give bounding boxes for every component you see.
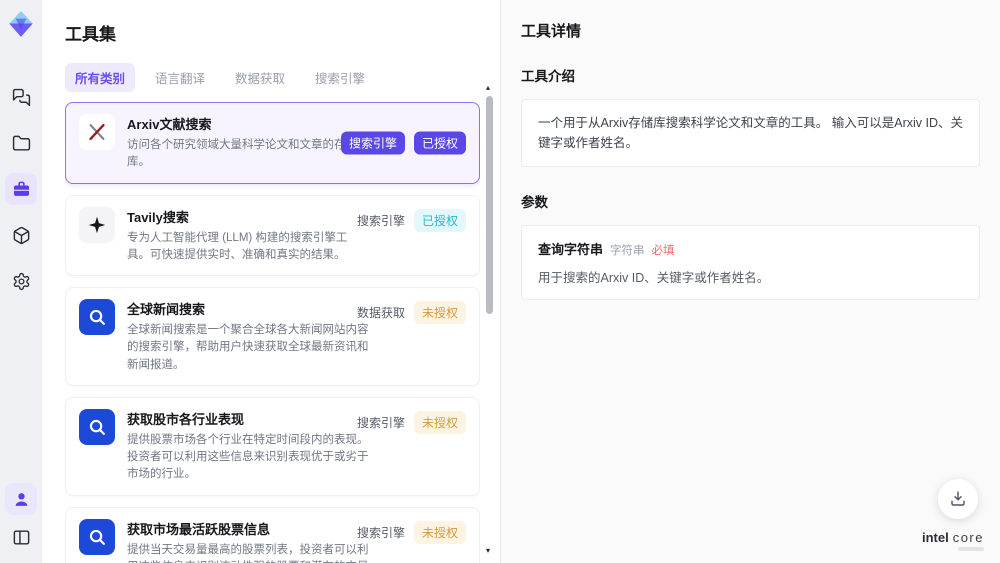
arxiv-icon	[79, 114, 115, 150]
news-search-icon	[79, 299, 115, 335]
tool-description: 访问各个研究领域大量科学论文和文章的存储库。	[127, 139, 357, 169]
tool-name: 获取股市各行业表现	[127, 411, 245, 427]
sidebar-bottom	[5, 483, 37, 563]
sidebar-item-collapse[interactable]	[5, 521, 37, 553]
news-search-icon	[79, 408, 115, 445]
tool-description: 专为人工智能代理 (LLM) 构建的搜索引擎工具。可快速提供实时、准确和真实的结…	[127, 231, 348, 261]
params-heading: 参数	[521, 195, 548, 210]
toolbox-icon	[13, 181, 29, 196]
tab-2[interactable]: 数据获取	[225, 63, 295, 92]
list-scrollbar[interactable]: ▴ ▾	[485, 84, 494, 555]
tool-auth-badge: 未授权	[413, 301, 466, 324]
tool-description: 提供当天交易量最高的股票列表，投资者可以利用这些信息来识别流动性强的股票和潜在的…	[127, 543, 369, 563]
gem-logo-icon	[9, 11, 33, 37]
tab-1[interactable]: 语言翻译	[145, 63, 215, 92]
intel-wordmark: intel	[921, 530, 949, 545]
intro-heading: 工具介绍	[521, 69, 575, 84]
param-required-badge: 必填	[651, 245, 675, 257]
tool-category-badge: 搜索引擎	[356, 213, 405, 228]
sparkle-icon	[79, 206, 115, 243]
sidebar	[0, 0, 42, 563]
cube-icon	[13, 226, 29, 244]
sidebar-nav	[5, 81, 37, 297]
tool-details-panel: 工具详情 工具介绍 一个用于从Arxiv存储库搜索科学论文和文章的工具。 输入可…	[500, 0, 1000, 563]
tool-card[interactable]: Tavily搜索 专为人工智能代理 (LLM) 构建的搜索引擎工具。可快速提供实…	[65, 194, 480, 276]
tool-category-badge: 数据获取	[356, 306, 405, 320]
tool-category-badge: 搜索引擎	[356, 525, 405, 540]
scrollbar-up-arrow[interactable]: ▴	[486, 84, 490, 92]
param-card: 查询字符串 字符串 必填 用于搜索的Arxiv ID、关键字或作者姓名。	[521, 225, 980, 300]
tool-card[interactable]: 获取市场最活跃股票信息 提供当天交易量最高的股票列表，投资者可以利用这些信息来识…	[65, 506, 480, 563]
param-description: 用于搜索的Arxiv ID、关键字或作者姓名。	[538, 271, 770, 285]
page-title: 工具集	[65, 25, 116, 44]
tool-auth-badge: 未授权	[413, 410, 466, 434]
sidebar-item-tools[interactable]	[5, 173, 37, 205]
scrollbar-thumb[interactable]	[486, 96, 493, 314]
tool-description: 提供股票市场各个行业在特定时间段内的表现。投资者可以利用这些信息来识别表现优于或…	[127, 433, 369, 481]
core-wordmark: core	[952, 530, 984, 545]
intro-card: 一个用于从Arxiv存储库搜索科学论文和文章的工具。 输入可以是Arxiv ID…	[521, 99, 980, 167]
category-tabs: 所有类别 语言翻译 数据获取 搜索引擎	[65, 63, 500, 92]
download-icon	[951, 491, 965, 506]
tab-0[interactable]: 所有类别	[65, 63, 136, 92]
app-window: 工具集 所有类别 语言翻译 数据获取 搜索引擎 Arxiv文献搜索 访问各个研究领域大…	[0, 0, 1000, 563]
gear-icon	[13, 272, 29, 290]
news-search-icon	[79, 518, 115, 555]
user-icon	[15, 492, 27, 506]
tab-3[interactable]: 搜索引擎	[305, 63, 375, 92]
intro-text: 一个用于从Arxiv存储库搜索科学论文和文章的工具。 输入可以是Arxiv ID…	[538, 116, 964, 150]
tool-name: 获取市场最活跃股票信息	[127, 521, 271, 537]
sidebar-item-chat[interactable]	[5, 81, 37, 113]
tool-auth-badge: 已授权	[413, 131, 466, 155]
tool-auth-badge: 未授权	[413, 520, 466, 544]
brand-underline	[958, 547, 984, 551]
tool-category-badge: 搜索引擎	[356, 415, 405, 430]
tool-name: Tavily搜索	[127, 209, 189, 225]
download-button[interactable]	[938, 479, 978, 519]
folder-icon	[12, 135, 30, 151]
tool-description: 全球新闻搜索是一个聚合全球各大新闻网站内容的搜索引擎，帮助用户快速获取全球最新资…	[127, 324, 369, 371]
tool-list-pane: 工具集 所有类别 语言翻译 数据获取 搜索引擎 Arxiv文献搜索 访问各个研究领域大…	[42, 0, 500, 563]
panel-left-icon	[13, 529, 29, 545]
app-logo	[6, 9, 36, 39]
tool-name: 全球新闻搜索	[127, 302, 206, 317]
tool-auth-badge: 已授权	[413, 208, 466, 232]
tool-name: Arxiv文献搜索	[127, 117, 212, 132]
param-type: 字符串	[610, 245, 645, 257]
chat-icon	[12, 88, 30, 106]
tool-list: Arxiv文献搜索 访问各个研究领域大量科学论文和文章的存储库。 搜索引擎 已授…	[65, 102, 480, 563]
param-name: 查询字符串	[538, 242, 604, 257]
tool-category-badge: 搜索引擎	[340, 131, 405, 155]
sidebar-item-models[interactable]	[5, 219, 37, 251]
sidebar-item-files[interactable]	[5, 127, 37, 159]
sidebar-item-account[interactable]	[5, 483, 37, 515]
tool-card[interactable]: 获取股市各行业表现 提供股票市场各个行业在特定时间段内的表现。投资者可以利用这些…	[65, 396, 480, 496]
tool-card[interactable]: Arxiv文献搜索 访问各个研究领域大量科学论文和文章的存储库。 搜索引擎 已授…	[65, 102, 480, 184]
tool-card[interactable]: 全球新闻搜索 全球新闻搜索是一个聚合全球各大新闻网站内容的搜索引擎，帮助用户快速…	[65, 287, 480, 386]
sidebar-item-settings[interactable]	[5, 265, 37, 297]
intel-core-logo: intel core	[922, 530, 984, 551]
param-header: 查询字符串 字符串 必填	[538, 239, 963, 258]
scrollbar-down-arrow[interactable]: ▾	[486, 547, 490, 555]
details-title: 工具详情	[521, 23, 582, 40]
